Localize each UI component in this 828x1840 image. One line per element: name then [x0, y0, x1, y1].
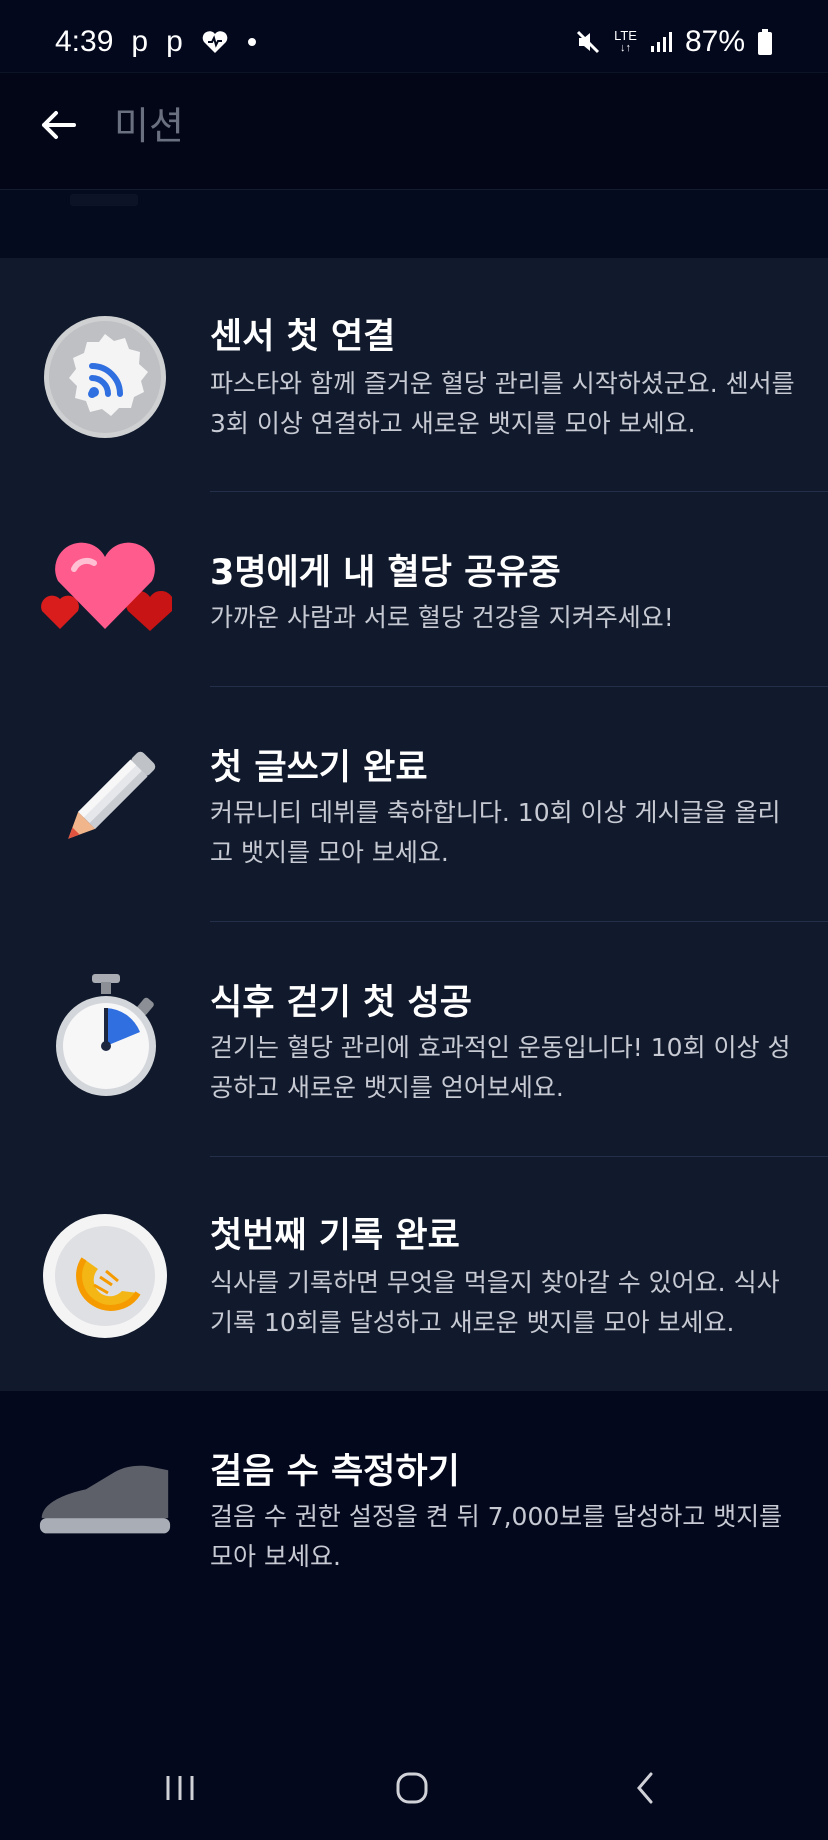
mission-title: 센서 첫 연결 [210, 317, 396, 357]
lte-icon: LTE ↓↑ [614, 28, 637, 54]
home-button[interactable] [377, 1758, 447, 1818]
mission-description: 커뮤니티 데뷔를 축하합니다. 10회 이상 게시글을 올리고 뱃지를 모아 보… [210, 798, 781, 867]
faded-content [70, 194, 138, 206]
mission-title: 첫 글쓰기 완료 [210, 748, 428, 788]
status-bar: 4:39 p p LTE ↓↑ 87% [0, 0, 828, 72]
sneaker-icon [38, 1431, 172, 1565]
mission-description: 파스타와 함께 즐거운 혈당 관리를 시작하셨군요. 센서를 3회 이상 연결하… [210, 369, 795, 438]
back-nav-button[interactable] [610, 1758, 680, 1818]
mute-icon [574, 28, 602, 56]
mission-description: 걸음 수 권한 설정을 켠 뒤 7,000보를 달성하고 뱃지를 모아 보세요. [210, 1502, 783, 1571]
mission-item[interactable]: 첫 글쓰기 완료 커뮤니티 데뷔를 축하합니다. 10회 이상 게시글을 올리고… [0, 687, 828, 922]
mission-title: 걸음 수 측정하기 [210, 1452, 460, 1492]
dot-icon [247, 37, 257, 47]
hearts-icon [38, 522, 172, 656]
stopwatch-icon [38, 972, 172, 1106]
sensor-badge-icon [38, 310, 172, 444]
signal-icon [649, 30, 673, 54]
mission-item[interactable]: 첫번째 기록 완료 식사를 기록하면 무엇을 먹을지 찾아갈 수 있어요. 식사… [0, 1157, 828, 1391]
status-time: 4:39 [55, 25, 114, 58]
arrow-left-icon [42, 111, 76, 139]
page-title: 미션 [114, 104, 184, 148]
mission-title: 식후 걷기 첫 성공 [210, 983, 472, 1023]
mission-description: 걷기는 혈당 관리에 효과적인 운동입니다! 10회 이상 성공하고 새로운 뱃… [210, 1033, 791, 1102]
scroll-fade [0, 190, 828, 258]
notification-p-icon: p [166, 25, 183, 58]
mission-item[interactable]: 걸음 수 측정하기 걸음 수 권한 설정을 켠 뒤 7,000보를 달성하고 뱃… [0, 1391, 828, 1625]
battery-percent: 87% [684, 25, 745, 58]
mission-description: 가까운 사람과 서로 혈당 건강을 지켜주세요! [210, 603, 674, 632]
app-bar: 미션 [0, 72, 828, 190]
chevron-left-icon [637, 1772, 653, 1804]
notification-p-icon: p [131, 25, 149, 58]
home-icon [396, 1772, 428, 1804]
meal-plate-icon [38, 1209, 172, 1343]
back-button[interactable] [38, 105, 78, 145]
pencil-icon [38, 735, 172, 869]
navigation-bar [0, 1740, 828, 1840]
mission-item[interactable]: 3명에게 내 혈당 공유중 가까운 사람과 서로 혈당 건강을 지켜주세요! [0, 492, 828, 687]
recent-apps-button[interactable] [145, 1758, 215, 1818]
recent-apps-icon [166, 1776, 194, 1800]
mission-description: 식사를 기록하면 무엇을 먹을지 찾아갈 수 있어요. 식사 기록 10회를 달… [210, 1268, 780, 1337]
battery-icon [757, 28, 773, 56]
mission-title: 3명에게 내 혈당 공유중 [210, 553, 561, 593]
mission-item[interactable]: 센서 첫 연결 파스타와 함께 즐거운 혈당 관리를 시작하셨군요. 센서를 3… [0, 258, 828, 492]
mission-title: 첫번째 기록 완료 [210, 1216, 460, 1256]
heart-notification-icon [201, 29, 229, 55]
mission-item[interactable]: 식후 걷기 첫 성공 걷기는 혈당 관리에 효과적인 운동입니다! 10회 이상… [0, 922, 828, 1157]
